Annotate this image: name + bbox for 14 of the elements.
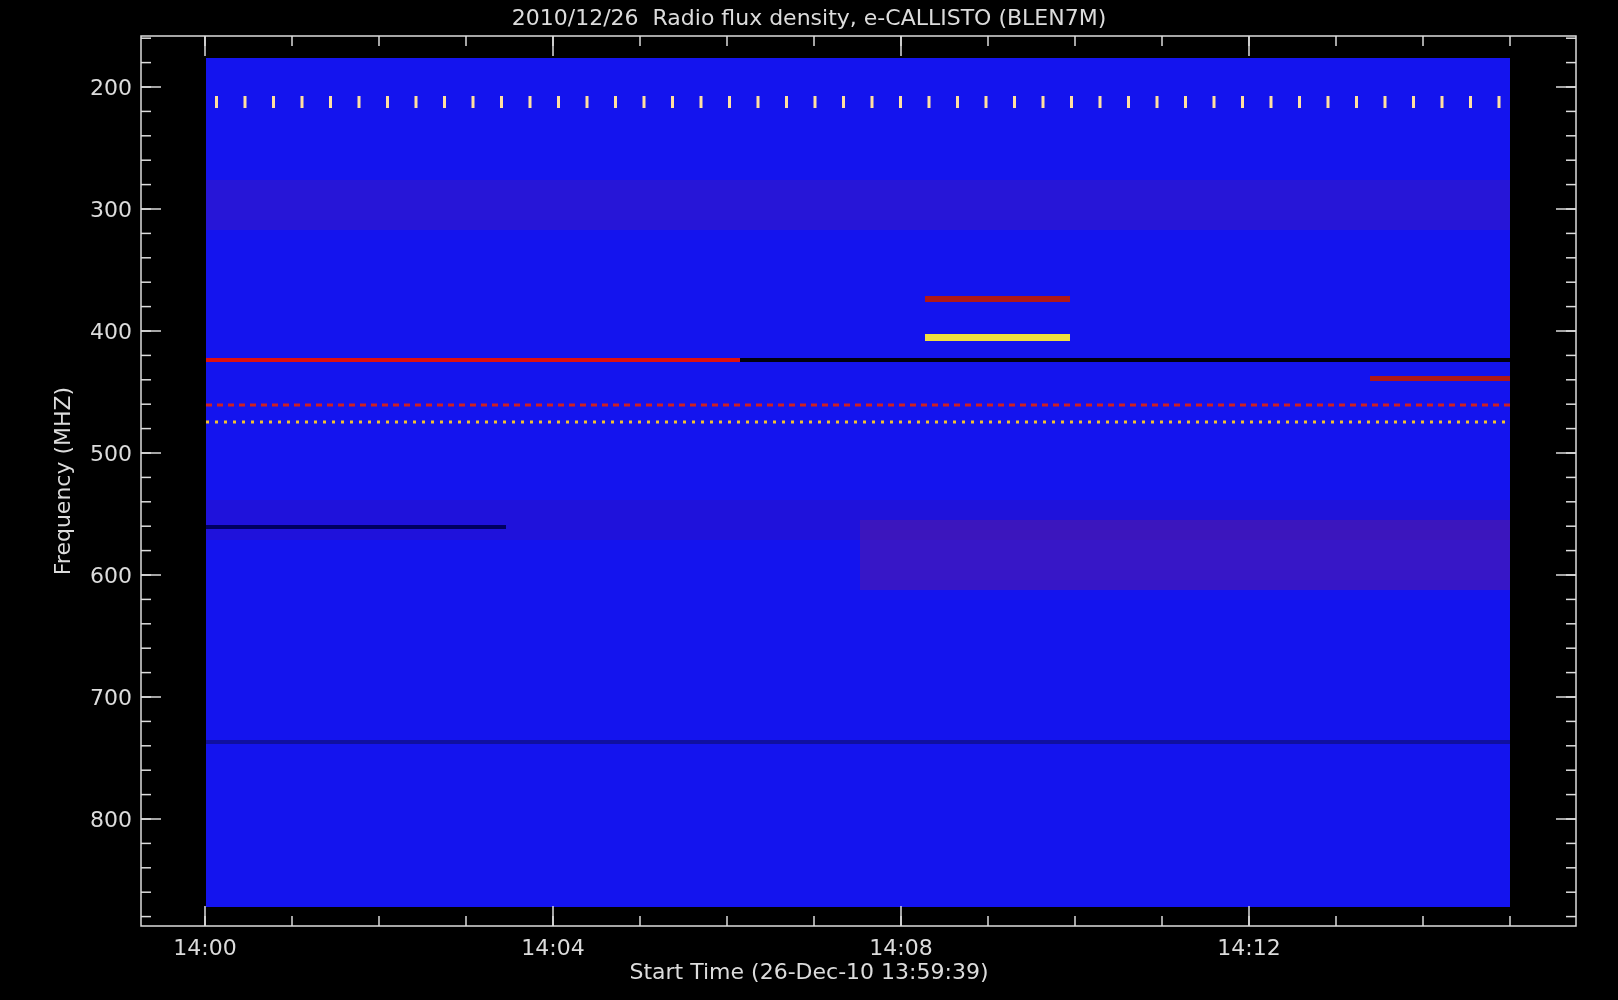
axis-label: Start Time (26-Dec-10 13:59:39) <box>629 959 989 984</box>
tick-label: 14:12 <box>1217 935 1281 960</box>
tick-label: 14:00 <box>173 935 237 960</box>
tick-label: 800 <box>90 807 132 832</box>
axis-label: Frequency (MHZ) <box>50 386 75 576</box>
tick-label: 14:08 <box>869 935 933 960</box>
tick-label: 400 <box>90 319 132 344</box>
tick-label: 200 <box>90 75 132 100</box>
tick-label: 700 <box>90 685 132 710</box>
tick-label: 600 <box>90 563 132 588</box>
tick-label: 300 <box>90 197 132 222</box>
tick-label: 500 <box>90 441 132 466</box>
tick-label: 14:04 <box>521 935 585 960</box>
plot-title: 2010/12/26 Radio flux density, e-CALLISTO (BLEN7M) <box>511 5 1107 30</box>
